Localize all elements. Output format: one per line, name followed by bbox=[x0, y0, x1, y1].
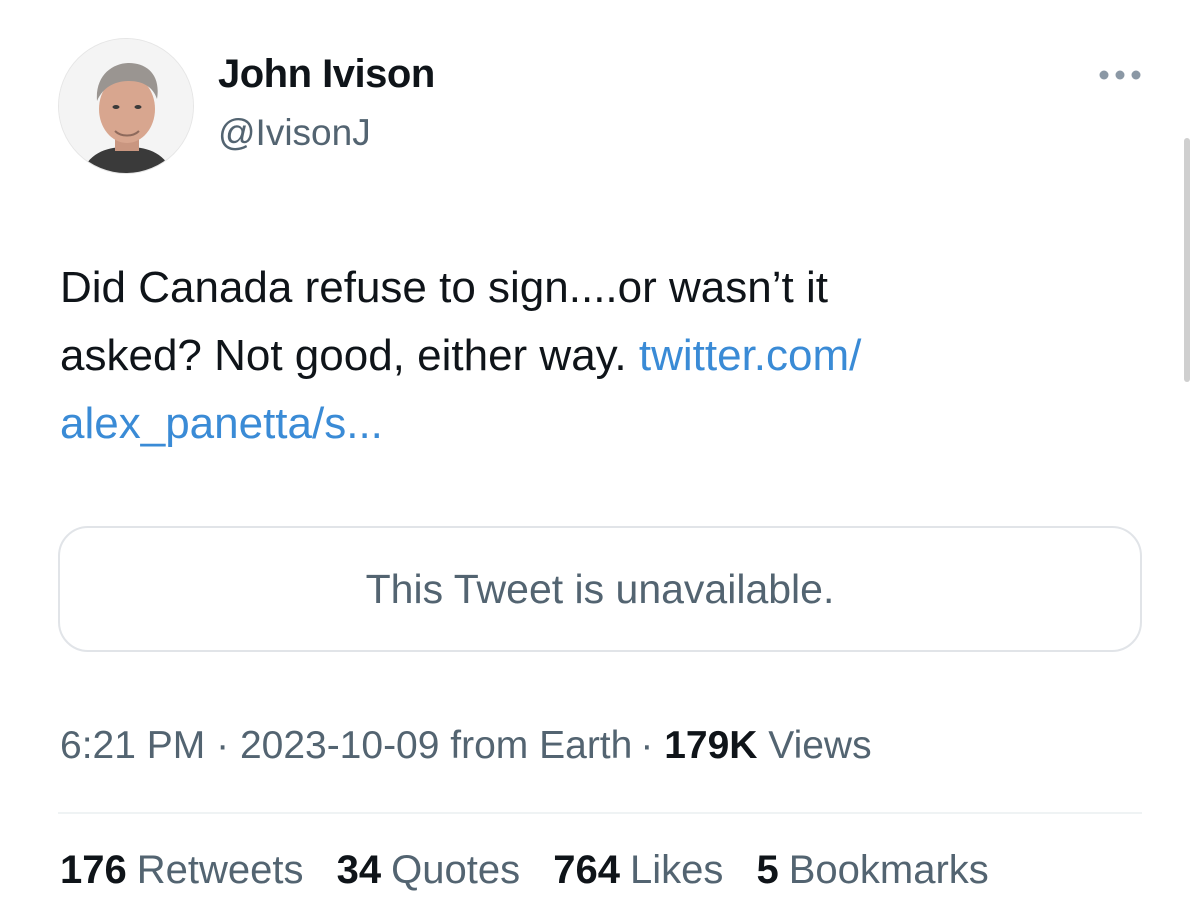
avatar[interactable] bbox=[58, 38, 194, 174]
author-handle[interactable]: @IvisonJ bbox=[218, 112, 371, 154]
engagement-stats: 176 Retweets 34 Quotes 764 Likes 5 Bookmarks bbox=[60, 848, 989, 893]
tweet-text-segment: asked? Not good, either way. bbox=[60, 331, 627, 380]
tweet-source: from Earth bbox=[450, 724, 633, 767]
retweets-count: 176 bbox=[60, 848, 127, 892]
tweet-date[interactable]: 2023-10-09 bbox=[240, 724, 440, 767]
quotes-stat[interactable]: 34 Quotes bbox=[337, 848, 520, 893]
quotes-count: 34 bbox=[336, 848, 382, 892]
meta-separator: · bbox=[216, 724, 230, 767]
tweet-link-continued[interactable]: alex_panetta/s... bbox=[60, 399, 383, 448]
quoted-tweet-unavailable: This Tweet is unavailable. bbox=[58, 526, 1142, 652]
tweet-text-line: alex_panetta/s... bbox=[60, 390, 1150, 458]
retweets-stat[interactable]: 176 Retweets bbox=[60, 848, 304, 893]
tweet-metadata: 6:21 PM · 2023-10-09 from Earth · 179K Vi… bbox=[60, 724, 872, 768]
avatar-photo bbox=[59, 39, 193, 173]
retweets-label: Retweets bbox=[136, 848, 304, 892]
views-label[interactable]: Views bbox=[768, 724, 871, 767]
tweet-detail-view: John Ivison @IvisonJ Did Canada refuse t… bbox=[0, 0, 1200, 918]
views-count[interactable]: 179K bbox=[664, 724, 757, 767]
more-horizontal-icon bbox=[1099, 70, 1141, 80]
tweet-link[interactable]: twitter.com/ bbox=[639, 331, 862, 380]
scrollbar[interactable] bbox=[1184, 138, 1190, 382]
unavailable-message: This Tweet is unavailable. bbox=[365, 565, 835, 612]
tweet-text-line: asked? Not good, either way. twitter.com… bbox=[60, 322, 1150, 390]
bookmarks-label: Bookmarks bbox=[788, 848, 989, 892]
quotes-label: Quotes bbox=[391, 848, 521, 892]
author-name[interactable]: John Ivison bbox=[218, 52, 435, 97]
likes-label: Likes bbox=[629, 848, 724, 892]
likes-stat[interactable]: 764 Likes bbox=[553, 848, 723, 893]
bookmarks-stat[interactable]: 5 Bookmarks bbox=[756, 848, 988, 893]
divider bbox=[58, 812, 1142, 814]
tweet-text-line: Did Canada refuse to sign....or wasn’t i… bbox=[60, 263, 828, 312]
bookmarks-count: 5 bbox=[756, 848, 779, 892]
likes-count: 764 bbox=[553, 848, 620, 892]
more-options-button[interactable] bbox=[1092, 60, 1148, 90]
tweet-time[interactable]: 6:21 PM bbox=[60, 724, 205, 767]
meta-separator: · bbox=[640, 724, 654, 767]
tweet-text: Did Canada refuse to sign....or wasn’t i… bbox=[60, 254, 1150, 458]
